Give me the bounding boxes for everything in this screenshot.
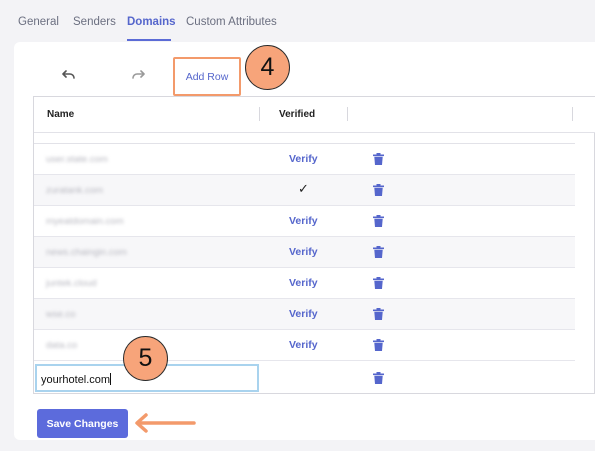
domain-name: juntek.cloud	[46, 278, 97, 289]
table-row[interactable]: user.state.com Verify	[34, 144, 575, 175]
verified-check-icon: ✓	[298, 181, 309, 196]
active-tab-indicator	[127, 39, 171, 41]
domain-name-input-value: yourhotel.com	[41, 374, 111, 386]
domain-name: wse.co	[46, 309, 76, 320]
tab-senders[interactable]: Senders	[73, 16, 116, 28]
step-4-badge: 4	[245, 45, 290, 90]
domain-name: zuratank.com	[46, 185, 104, 196]
verify-link[interactable]: Verify	[289, 308, 318, 320]
table-row[interactable]: data.co Verify	[34, 330, 575, 361]
undo-button[interactable]	[60, 66, 78, 84]
trash-icon[interactable]	[373, 215, 384, 227]
column-header-verified[interactable]: Verified	[279, 109, 315, 120]
domain-name: news.chaingin.com	[46, 247, 127, 258]
domains-table: Name Verified user.state.com Verify zura…	[33, 96, 595, 394]
tab-general[interactable]: General	[18, 16, 59, 28]
verify-link[interactable]: Verify	[289, 277, 318, 289]
domain-name: myeatdomain.com	[46, 216, 124, 227]
arrow-left-icon	[135, 413, 196, 433]
trash-icon[interactable]	[373, 339, 384, 351]
domain-name: user.state.com	[46, 154, 108, 165]
table-row[interactable]: juntek.cloud Verify	[34, 268, 575, 299]
domain-name: data.co	[46, 340, 78, 351]
redo-button[interactable]	[129, 66, 147, 84]
table-row[interactable]: zuratank.com ✓	[34, 175, 575, 206]
redo-icon	[132, 70, 145, 79]
verify-link[interactable]: Verify	[289, 215, 318, 227]
verify-link[interactable]: Verify	[289, 153, 318, 165]
column-divider[interactable]	[259, 107, 260, 121]
table-row[interactable]: wse.co Verify	[34, 299, 575, 330]
tab-custom-attributes[interactable]: Custom Attributes	[186, 16, 277, 28]
add-row-button[interactable]: Add Row	[173, 57, 241, 96]
step-5-badge: 5	[123, 336, 168, 381]
trash-icon[interactable]	[373, 184, 384, 196]
verify-link[interactable]: Verify	[289, 246, 318, 258]
trash-icon[interactable]	[373, 372, 384, 384]
table-row[interactable]: news.chaingin.com Verify	[34, 237, 575, 268]
undo-icon	[62, 70, 75, 79]
trash-icon[interactable]	[373, 308, 384, 320]
table-header: Name Verified	[34, 97, 595, 133]
tab-domains[interactable]: Domains	[127, 16, 176, 28]
trash-icon[interactable]	[373, 246, 384, 258]
table-row[interactable]: myeatdomain.com Verify	[34, 206, 575, 237]
save-changes-button[interactable]: Save Changes	[37, 409, 128, 438]
column-header-name[interactable]: Name	[47, 109, 74, 120]
verify-link[interactable]: Verify	[289, 339, 318, 351]
column-divider[interactable]	[572, 107, 573, 121]
trash-icon[interactable]	[373, 153, 384, 165]
add-row-label: Add Row	[185, 71, 229, 83]
text-caret	[110, 373, 112, 385]
trash-icon[interactable]	[373, 277, 384, 289]
tab-bar: General Senders Domains Custom Attribute…	[0, 0, 595, 42]
column-divider[interactable]	[347, 107, 348, 121]
